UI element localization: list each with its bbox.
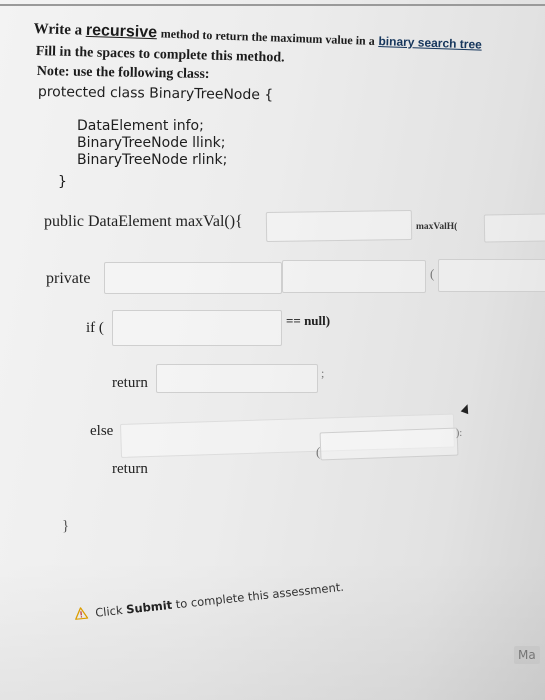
assessment-page: Write a recursive method to return the m… — [0, 0, 545, 700]
question-note: Note: use the following class: — [36, 64, 210, 83]
blank-6-input[interactable] — [112, 310, 282, 346]
top-divider — [0, 4, 545, 6]
submit-instruction-prefix: Click — [94, 602, 124, 620]
submit-word: Submit — [125, 597, 173, 617]
class-declaration: protected class BinaryTreeNode { — [37, 84, 274, 104]
return-label-1: return — [112, 375, 148, 391]
lighting-shadow — [0, 560, 545, 700]
recursive-keyword: recursive — [85, 21, 158, 42]
class-close-brace: } — [58, 174, 67, 190]
mouse-cursor-icon — [460, 402, 472, 415]
blank-3-input[interactable] — [104, 262, 282, 294]
if-label: if ( — [86, 320, 104, 336]
blank-4-input[interactable] — [282, 260, 426, 293]
return-label-2: return — [112, 461, 148, 477]
blank-1-input[interactable] — [265, 209, 413, 243]
method-close-brace: } — [62, 518, 70, 534]
trailing-chars: ): — [456, 428, 463, 439]
else-label: else — [90, 423, 114, 439]
warning-icon — [74, 606, 89, 623]
submit-instruction-suffix: to complete this assessment. — [174, 579, 345, 612]
question-middle: method to return the maximum value in a — [160, 26, 375, 48]
field-rlink: BinaryTreeNode rlink; — [77, 152, 228, 168]
blank-7-input[interactable] — [156, 364, 318, 393]
semicolon-mark: ; — [321, 366, 325, 380]
question-line-2: Fill in the spaces to complete this meth… — [35, 44, 285, 66]
helper-call-label: maxValH( — [416, 222, 458, 232]
blank-2-input[interactable] — [483, 213, 545, 243]
question-prefix: Write a — [33, 20, 83, 39]
open-paren-1: ( — [430, 266, 435, 281]
private-label: private — [46, 270, 91, 287]
field-info: DataElement info; — [77, 118, 204, 134]
submit-instruction: Click Submit to complete this assessment… — [74, 580, 345, 623]
field-llink: BinaryTreeNode llink; — [77, 135, 226, 151]
public-method-declaration: public DataElement maxVal(){ — [44, 213, 243, 230]
binary-search-tree-link[interactable]: binary search tree — [378, 34, 482, 52]
null-check-label: == null) — [286, 313, 331, 328]
dock-label: Ma — [514, 646, 540, 664]
blank-9-input[interactable] — [319, 427, 459, 461]
blank-5-input[interactable] — [438, 259, 545, 292]
